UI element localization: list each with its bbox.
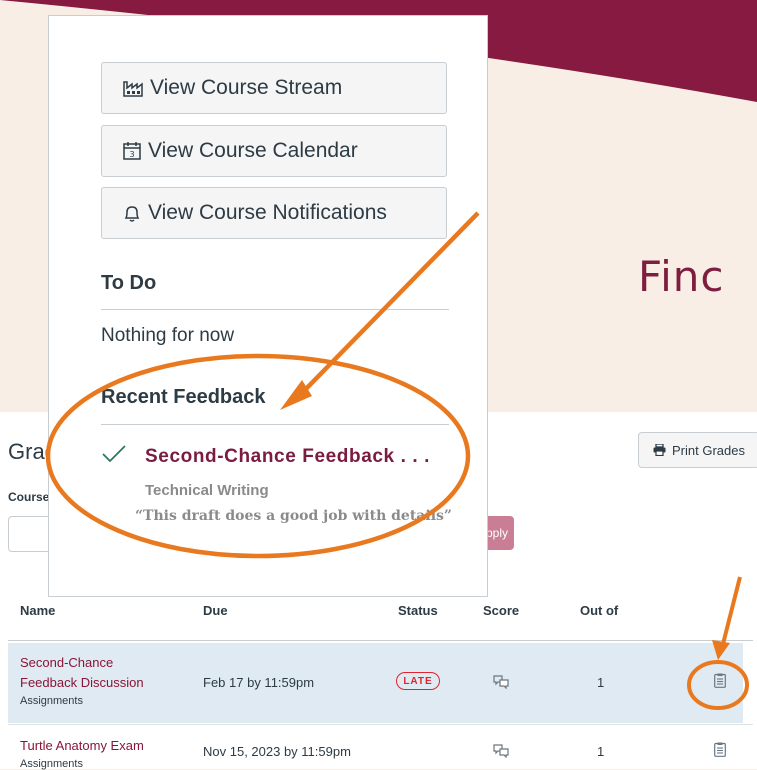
print-grades-label: Print Grades [672,442,745,458]
course-label: Course [8,490,50,504]
svg-text:3: 3 [129,150,134,159]
column-header-status[interactable]: Status [398,603,438,618]
assignment-link[interactable]: Second-Chance [20,655,113,670]
print-grades-button[interactable]: Print Grades [638,432,757,468]
score-details-icon[interactable] [493,675,509,689]
todo-divider [101,309,449,310]
assignment-link-line2[interactable]: Feedback Discussion [20,675,144,690]
banner-heading: Finc [638,252,725,301]
recent-feedback-divider [101,424,449,425]
view-course-notifications-button[interactable]: View Course Notifications [101,187,447,239]
stream-icon [123,81,143,97]
assignment-group: Assignments [20,695,83,707]
assignment-group: Assignments [20,758,83,770]
view-course-calendar-label: View Course Calendar [148,139,358,162]
view-course-stream-label: View Course Stream [150,76,343,99]
bell-icon [124,206,140,222]
view-course-calendar-button[interactable]: 3 View Course Calendar [101,125,447,177]
todo-empty-message: Nothing for now [101,325,235,346]
todo-heading: To Do [101,272,157,294]
table-header-divider [8,640,753,641]
out-of-value: 1 [597,744,605,759]
out-of-value: 1 [597,675,605,690]
view-course-stream-button[interactable]: View Course Stream [101,62,447,114]
column-header-name[interactable]: Name [20,603,55,618]
recent-feedback-heading: Recent Feedback [101,386,266,408]
calendar-icon: 3 [123,142,141,160]
late-badge: LATE [396,672,440,690]
column-header-score[interactable]: Score [483,603,519,618]
feedback-item-course: Technical Writing [145,482,269,499]
view-course-notifications-label: View Course Notifications [148,201,387,224]
column-header-out-of[interactable]: Out of [580,603,618,618]
feedback-item-comment: “This draft does a good job with details… [135,508,452,524]
due-date: Nov 15, 2023 by 11:59pm [203,744,351,759]
course-sidebar-card: View Course Stream 3 View Course Calenda… [48,15,488,597]
due-date: Feb 17 by 11:59pm [203,675,315,690]
feedback-item-title[interactable]: Second-Chance Feedback . . . [145,446,430,468]
column-header-due[interactable]: Due [203,603,228,618]
printer-icon [653,444,666,456]
comment-rubric-icon[interactable] [714,673,726,688]
assignment-link[interactable]: Turtle Anatomy Exam [20,738,144,753]
check-icon [102,445,126,463]
table-row-divider [8,724,753,725]
score-details-icon[interactable] [493,744,509,758]
comment-rubric-icon[interactable] [714,742,726,757]
